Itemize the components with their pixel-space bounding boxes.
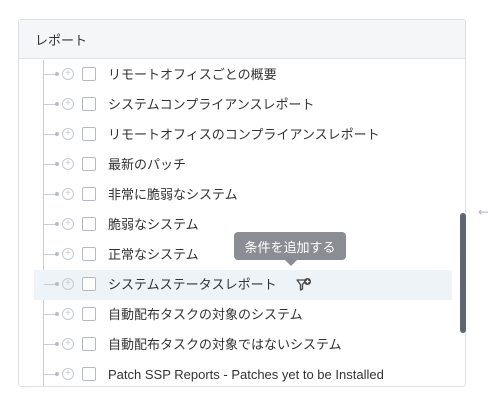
tree-item-label: 脆弱なシステム [108, 217, 199, 232]
tree-node-dot [55, 372, 59, 376]
item-checkbox[interactable] [82, 157, 96, 171]
expand-plus-icon[interactable]: + [62, 308, 74, 320]
item-checkbox[interactable] [82, 367, 96, 381]
reports-panel: レポート + リモートオフィスごとの概要 + システムコンプライアンスレポート … [18, 19, 466, 387]
item-checkbox[interactable] [82, 337, 96, 351]
tree-item-highlighted[interactable]: + システムステータスレポート [34, 270, 452, 300]
filter-add-icon[interactable] [296, 277, 312, 293]
tree-node-dot [55, 102, 59, 106]
tree-item-label: システムコンプライアンスレポート [108, 97, 315, 112]
tooltip-text: 条件を追加する [244, 239, 336, 255]
tree-item-label: 自動配布タスクの対象のシステム [108, 307, 303, 322]
expand-plus-icon[interactable]: + [62, 98, 74, 110]
expand-plus-icon[interactable]: + [62, 368, 74, 380]
panel-header: レポート [19, 20, 465, 59]
panel-title: レポート [35, 32, 88, 48]
tree-item-label: 自動配布タスクの対象ではないシステム [108, 337, 342, 352]
item-checkbox[interactable] [82, 247, 96, 261]
tree-item[interactable]: + 自動配布タスクの対象のシステム [34, 300, 452, 330]
tree-item[interactable]: + リモートオフィスのコンプライアンスレポート [34, 120, 452, 150]
item-checkbox[interactable] [82, 217, 96, 231]
tree-node-dot [55, 342, 59, 346]
item-checkbox[interactable] [82, 277, 96, 291]
tree-node-dot [55, 192, 59, 196]
item-checkbox[interactable] [82, 187, 96, 201]
tree-item[interactable]: + 非常に脆弱なシステム [34, 180, 452, 210]
tree-item[interactable]: + システムコンプライアンスレポート [34, 90, 452, 120]
item-checkbox[interactable] [82, 67, 96, 81]
tree-item-label: リモートオフィスのコンプライアンスレポート [108, 127, 380, 142]
tree-item[interactable]: + リモートオフィスごとの概要 [34, 60, 452, 90]
tooltip-arrow [285, 260, 297, 266]
tree-item-label: リモートオフィスごとの概要 [108, 67, 277, 82]
expand-plus-icon[interactable]: + [62, 278, 74, 290]
item-checkbox[interactable] [82, 307, 96, 321]
add-condition-tooltip: 条件を追加する [234, 232, 346, 260]
tree-item[interactable]: + 自動配布タスクの対象ではないシステム [34, 330, 452, 360]
expand-plus-icon[interactable]: + [62, 218, 74, 230]
expand-plus-icon[interactable]: + [62, 188, 74, 200]
item-checkbox[interactable] [82, 127, 96, 141]
tree-item[interactable]: + Patch SSP Reports - Patches yet to be … [34, 360, 452, 386]
expand-plus-icon[interactable]: + [62, 128, 74, 140]
tree-node-dot [55, 72, 59, 76]
item-checkbox[interactable] [82, 97, 96, 111]
tree-item-label: システムステータスレポート [108, 277, 277, 292]
tree-node-dot [55, 312, 59, 316]
tree-node-dot [55, 162, 59, 166]
left-arrow-icon: ⟵ [478, 205, 488, 219]
tree-item-label: 非常に脆弱なシステム [108, 187, 238, 202]
tree-node-dot [55, 282, 59, 286]
tree-item-label: 最新のパッチ [108, 157, 187, 172]
expand-plus-icon[interactable]: + [62, 338, 74, 350]
report-tree: + リモートオフィスごとの概要 + システムコンプライアンスレポート + リモー… [19, 60, 465, 386]
tree-node-dot [55, 252, 59, 256]
tree-item-label: Patch SSP Reports - Patches yet to be In… [108, 367, 384, 382]
tree-node-dot [55, 132, 59, 136]
tree-item[interactable]: + 最新のパッチ [34, 150, 452, 180]
expand-plus-icon[interactable]: + [62, 68, 74, 80]
vertical-scrollbar[interactable] [460, 213, 466, 333]
expand-plus-icon[interactable]: + [62, 158, 74, 170]
expand-plus-icon[interactable]: + [62, 248, 74, 260]
tree-item-label: 正常なシステム [108, 247, 199, 262]
tree-node-dot [55, 222, 59, 226]
